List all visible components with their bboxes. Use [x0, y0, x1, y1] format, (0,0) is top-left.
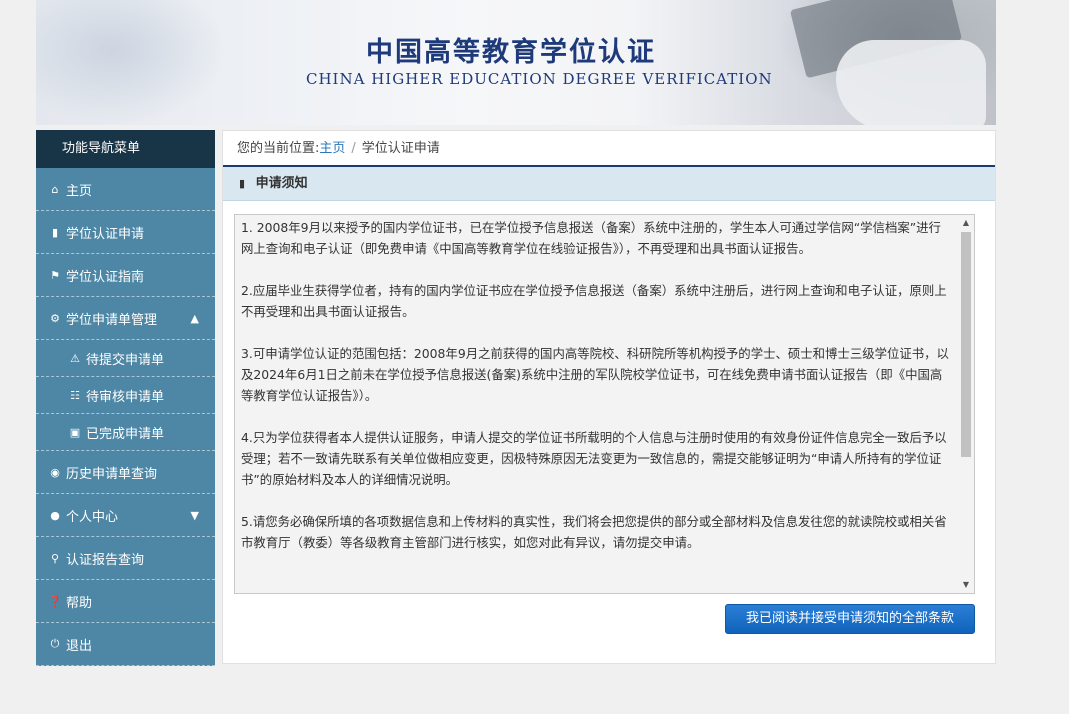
main-content: 您的当前位置:主页 / 学位认证申请 ▮ 申请须知 1. 2008年9月以来授予的国…	[222, 130, 996, 664]
cart-icon: ☷	[70, 388, 80, 402]
sidebar-item-report-query[interactable]: ⚲ 认证报告查询	[36, 537, 215, 580]
sidebar-item-guide[interactable]: ⚑ 学位认证指南	[36, 254, 215, 297]
notice-scrollbar[interactable]: ▲ ▼	[958, 215, 974, 593]
notice-text: 1. 2008年9月以来授予的国内学位证书，已在学位授予信息报送（备案）系统中注…	[241, 217, 951, 574]
site-title: 中国高等教育学位认证	[366, 37, 656, 68]
sidebar-item-label: 已完成申请单	[86, 426, 165, 442]
sidebar-menu: 功能导航菜单 ⌂ 主页 ▮ 学位认证申请 ⚑ 学位认证指南 ⚙ 学位申请单管理 …	[36, 130, 215, 666]
sidebar-item-label: 待提交申请单	[86, 352, 165, 368]
notice-paragraph: 2.应届毕业生获得学位者，持有的国内学位证书应在学位授予信息报送（备案）系统中注…	[241, 283, 947, 319]
sidebar-item-personal-center[interactable]: ● 个人中心 ▼	[36, 494, 215, 537]
sidebar-item-label: 学位认证指南	[66, 269, 145, 285]
notice-paragraph: 3.可申请学位认证的范围包括：2008年9月之前获得的国内高等院校、科研院所等机…	[241, 346, 949, 403]
chevron-down-icon: ▼	[190, 508, 199, 522]
help-icon: ❓	[48, 594, 62, 608]
camera-icon: ◉	[50, 465, 60, 479]
bookmark-icon: ⚑	[50, 268, 60, 282]
sidebar-header: 功能导航菜单	[36, 130, 215, 168]
sidebar-item-label: 认证报告查询	[66, 552, 145, 568]
sidebar-subitem-pending-review[interactable]: ☷ 待审核申请单	[36, 377, 215, 414]
sidebar-subitem-completed[interactable]: ▣ 已完成申请单	[36, 414, 215, 451]
sidebar-item-apply[interactable]: ▮ 学位认证申请	[36, 211, 215, 254]
sidebar-item-label: 主页	[66, 183, 93, 199]
sidebar-item-label: 学位申请单管理	[66, 312, 158, 328]
notice-textarea[interactable]: 1. 2008年9月以来授予的国内学位证书，已在学位授予信息报送（备案）系统中注…	[234, 214, 975, 594]
warning-icon: ⚠	[70, 351, 80, 365]
sidebar-item-logout[interactable]: ⏻ 退出	[36, 623, 215, 666]
breadcrumb-separator: /	[351, 141, 356, 156]
power-icon: ⏻	[50, 637, 60, 650]
banner-decoration	[36, 0, 226, 125]
sidebar-item-label: 帮助	[66, 595, 93, 611]
panel-title: 申请须知	[255, 176, 308, 191]
breadcrumb-home-link[interactable]: 主页	[319, 141, 345, 156]
sidebar-subitem-pending-submit[interactable]: ⚠ 待提交申请单	[36, 340, 215, 377]
panel-header: ▮ 申请须知	[223, 167, 995, 201]
chevron-up-icon: ▲	[190, 311, 199, 325]
user-icon: ●	[50, 508, 60, 522]
header-banner: 中国高等教育学位认证 CHINA HIGHER EDUCATION DEGREE…	[36, 0, 996, 125]
home-icon: ⌂	[51, 182, 59, 196]
notice-paragraph: 4.只为学位获得者本人提供认证服务，申请人提交的学位证书所载明的个人信息与注册时…	[241, 430, 947, 487]
sidebar-item-history[interactable]: ◉ 历史申请单查询	[36, 451, 215, 494]
sidebar-item-label: 待审核申请单	[86, 389, 165, 405]
scroll-down-icon[interactable]: ▼	[958, 577, 974, 593]
sidebar-item-home[interactable]: ⌂ 主页	[36, 168, 215, 211]
sidebar-item-label: 历史申请单查询	[66, 466, 158, 482]
sidebar-item-label: 个人中心	[66, 509, 119, 525]
notice-paragraph: 5.请您务必确保所填的各项数据信息和上传材料的真实性，我们将会把您提供的部分或全…	[241, 514, 947, 550]
file-icon: ▮	[51, 225, 59, 239]
breadcrumb-prefix: 您的当前位置:	[237, 141, 320, 156]
breadcrumb-current: 学位认证申请	[361, 141, 440, 156]
briefcase-icon: ▣	[69, 425, 81, 439]
sidebar-item-label: 学位认证申请	[66, 226, 145, 242]
sidebar-item-application-management[interactable]: ⚙ 学位申请单管理 ▲	[36, 297, 215, 340]
banner-hand-image	[836, 40, 986, 125]
document-icon: ▮	[239, 177, 246, 190]
scrollbar-thumb[interactable]	[961, 232, 971, 457]
agree-terms-button[interactable]: 我已阅读并接受申请须知的全部条款	[725, 604, 975, 634]
sidebar-item-label: 退出	[66, 638, 93, 654]
sidebar-item-help[interactable]: ❓ 帮助	[36, 580, 215, 623]
scroll-up-icon[interactable]: ▲	[958, 215, 974, 231]
notice-paragraph: 1. 2008年9月以来授予的国内学位证书，已在学位授予信息报送（备案）系统中注…	[241, 220, 941, 256]
search-icon: ⚲	[50, 551, 60, 565]
breadcrumb: 您的当前位置:主页 / 学位认证申请	[223, 131, 995, 167]
gear-icon: ⚙	[50, 311, 60, 325]
site-subtitle: CHINA HIGHER EDUCATION DEGREE VERIFICATI…	[306, 70, 773, 88]
